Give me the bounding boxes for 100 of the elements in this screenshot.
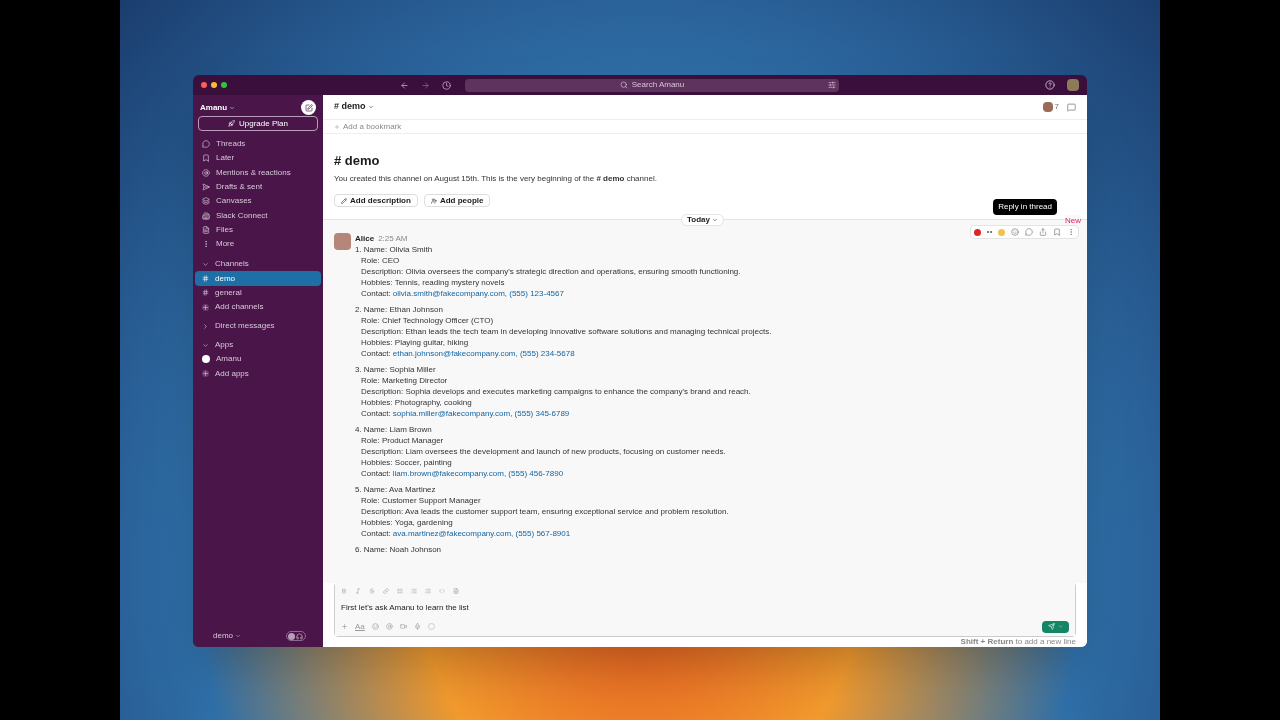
entry-hobbies: Hobbies: Soccer, painting — [361, 457, 453, 469]
sidebar-item[interactable]: Amanu — [195, 352, 321, 367]
search-field[interactable]: Search Amanu — [465, 78, 839, 92]
user-avatar[interactable] — [1067, 79, 1079, 91]
nav-item[interactable]: Canvases — [193, 194, 323, 209]
compose-button[interactable] — [301, 100, 316, 115]
microphone-icon[interactable] — [413, 623, 421, 630]
contact-link[interactable]: sophia.miller@fakecompany.com, (555) 345-6789 — [392, 408, 570, 420]
italic-icon[interactable] — [355, 588, 361, 594]
entry-role: Role: Customer Support Manager — [361, 495, 482, 507]
intro-text: You created this channel on August 15th. This is the very beginning of the # demo channel. — [334, 173, 658, 185]
help-icon[interactable] — [1045, 80, 1055, 90]
plus-icon — [202, 370, 209, 378]
nav-item[interactable]: Later — [193, 151, 323, 166]
entry-description: Description: Liam oversees the development and launch of new products, focusing on customer needs. — [361, 446, 727, 458]
list-number: 6. — [355, 543, 362, 556]
entry-name: Name: Ethan Johnson — [363, 304, 443, 316]
ordered-list-icon[interactable] — [397, 588, 403, 594]
caret-icon — [202, 341, 209, 349]
plus-icon[interactable] — [341, 623, 348, 630]
message-input[interactable]: First let's ask Amanu to learn the list — [335, 599, 1075, 617]
member-count[interactable]: 7 — [1054, 101, 1059, 113]
share-icon[interactable] — [1039, 228, 1047, 236]
forward-icon[interactable] — [421, 80, 430, 90]
section-header[interactable]: Direct messages — [193, 319, 323, 334]
nav-icon — [202, 183, 210, 192]
caret-icon — [202, 260, 209, 268]
section-header[interactable]: Apps — [193, 338, 323, 353]
entry-hobbies: Hobbies: Photography, cooking — [361, 397, 473, 409]
canvas-icon[interactable] — [1067, 102, 1076, 112]
video-icon[interactable] — [399, 623, 407, 630]
thread-icon[interactable] — [1025, 228, 1033, 236]
headphones-icon — [296, 632, 303, 640]
avatar — [334, 233, 351, 250]
nav-icon — [202, 168, 210, 177]
code-block-icon[interactable] — [453, 588, 459, 594]
caret-icon[interactable] — [1058, 624, 1063, 629]
contact-label: Contact: — [361, 408, 391, 420]
strikethrough-icon[interactable] — [369, 588, 375, 594]
nav-item[interactable]: More — [193, 237, 323, 252]
filter-icon[interactable] — [828, 81, 836, 89]
contact-link[interactable]: olivia.smith@fakecompany.com, (555) 123-4567 — [392, 288, 564, 300]
list-number: 1. — [355, 244, 362, 256]
channel-title[interactable]: # demo — [334, 100, 366, 114]
section-header[interactable]: Channels — [193, 257, 323, 272]
back-icon[interactable] — [400, 80, 409, 90]
emoji-icon[interactable] — [371, 623, 379, 630]
sidebar-item[interactable]: general — [195, 285, 321, 300]
workspace-switcher[interactable]: demo — [213, 630, 233, 642]
intro-button[interactable]: Add description — [334, 194, 418, 207]
upgrade-plan-button[interactable]: Upgrade Plan — [198, 116, 318, 131]
contact-link[interactable]: liam.brown@fakecompany.com, (555) 456-7890 — [392, 468, 564, 480]
link-icon[interactable] — [383, 588, 389, 594]
nav-icon — [202, 225, 210, 234]
code-icon[interactable] — [439, 588, 445, 594]
nav-item[interactable]: Drafts & sent — [193, 179, 323, 195]
nav-item[interactable]: Slack Connect — [193, 208, 323, 223]
list-number: 2. — [355, 304, 362, 316]
member-avatar[interactable] — [1042, 102, 1053, 112]
contact-link[interactable]: ethan.johnson@fakecompany.com, (555) 234-5678 — [392, 348, 575, 360]
nav-item[interactable]: Files — [193, 222, 323, 238]
history-icon[interactable] — [442, 80, 451, 90]
pencil-icon — [341, 197, 347, 204]
emoji-icon[interactable] — [1011, 228, 1019, 236]
person-icon — [430, 197, 437, 204]
caret-icon[interactable] — [229, 104, 236, 111]
message-time[interactable]: 2:25 AM — [378, 233, 408, 245]
compose-icon — [304, 103, 313, 112]
add-bookmark-link[interactable]: Add a bookmark — [343, 120, 402, 133]
bullet-list-icon[interactable] — [411, 588, 417, 594]
caret-icon[interactable] — [367, 104, 374, 110]
message-author[interactable]: Alice — [355, 233, 375, 245]
intro-button[interactable]: Add people — [423, 194, 491, 207]
workspace-name[interactable]: Amanu — [200, 101, 228, 114]
search-icon — [619, 81, 628, 89]
bold-icon[interactable] — [341, 588, 347, 594]
app-logo — [202, 355, 210, 364]
contact-label: Contact: — [361, 528, 391, 540]
entry-hobbies: Hobbies: Playing guitar, hiking — [361, 337, 470, 349]
nav-item[interactable]: Threads — [193, 137, 323, 152]
entry-role: Role: CEO — [361, 255, 401, 267]
sidebar-item[interactable]: Add channels — [195, 299, 321, 315]
entry-description: Description: Olivia oversees the company's strategic direction and operations, ensuring smooth functioning. — [361, 266, 742, 278]
quote-icon[interactable] — [425, 588, 431, 594]
send-button[interactable] — [1042, 620, 1069, 633]
nav-icon — [202, 197, 210, 206]
mention-icon[interactable] — [385, 623, 393, 630]
entry-name: Name: Noah Johnson — [363, 543, 442, 556]
entry-role: Role: Product Manager — [361, 435, 445, 447]
more-icon[interactable] — [1067, 228, 1075, 236]
sidebar-item[interactable]: Add apps — [195, 366, 321, 381]
bookmark-icon[interactable] — [1053, 228, 1061, 236]
list-number: 3. — [355, 364, 362, 376]
contact-link[interactable]: ava.martinez@fakecompany.com, (555) 567-8901 — [392, 528, 571, 540]
plus-icon — [202, 303, 209, 311]
nav-item[interactable]: Mentions & reactions — [193, 165, 323, 180]
sidebar-item[interactable]: demo — [195, 271, 321, 286]
caret-icon[interactable] — [235, 633, 241, 639]
entry-hobbies: Hobbies: Yoga, gardening — [361, 517, 454, 529]
entry-hobbies: Hobbies: Tennis, reading mystery novels — [361, 277, 506, 289]
